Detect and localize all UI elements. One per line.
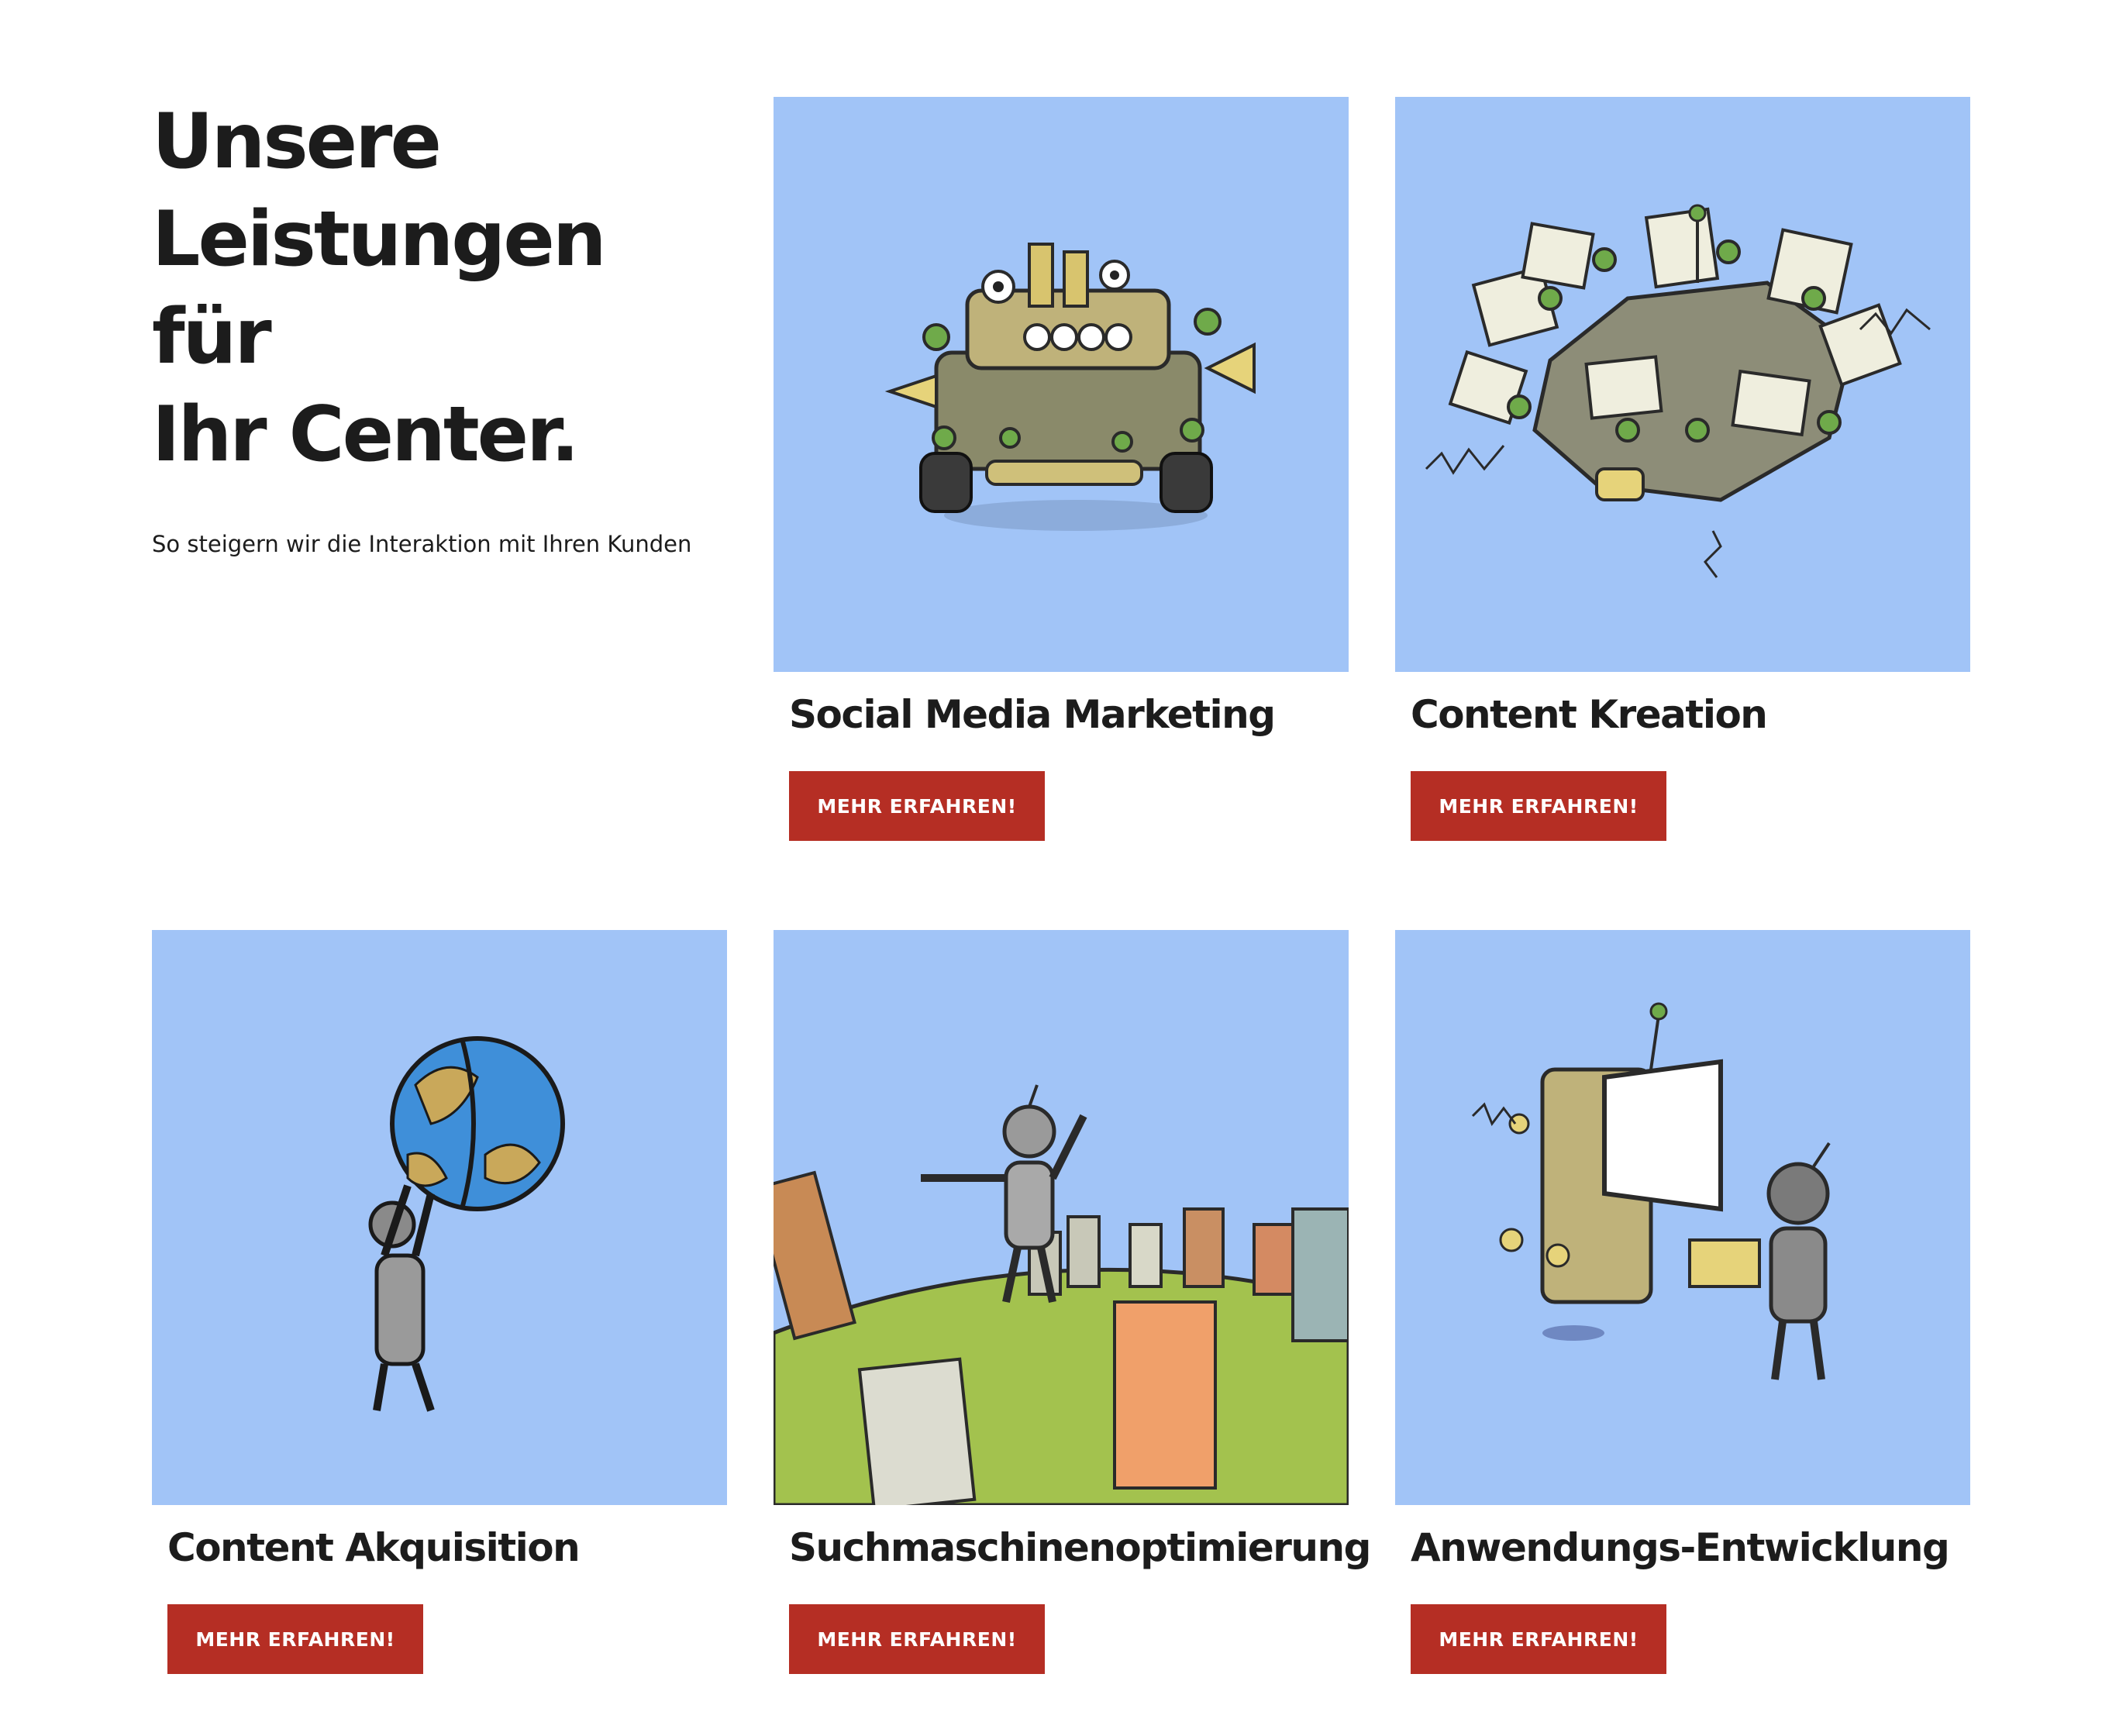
page-heading-line: Ihr Center.: [152, 391, 580, 479]
card-title: Content Kreation: [1411, 692, 1768, 737]
page-heading-line: Leistungen für: [152, 195, 607, 381]
service-card-content-kreation: Content Kreation MEHR ERFAHREN!: [1395, 97, 1970, 841]
card-title: Content Akquisition: [167, 1525, 581, 1570]
robot-among-doors-illustration[interactable]: [774, 930, 1349, 1505]
robot-holding-globe-illustration[interactable]: [152, 930, 727, 1505]
intro-section: Unsere Leistungen für Ihr Center. So ste…: [152, 93, 741, 560]
page-heading: Unsere Leistungen für Ihr Center.: [152, 93, 741, 484]
robot-vehicle-illustration[interactable]: [774, 97, 1349, 672]
card-title: Social Media Marketing: [789, 692, 1276, 737]
service-card-app-dev: Anwendungs-Entwicklung MEHR ERFAHREN!: [1395, 930, 1970, 1674]
mehr-erfahren-button[interactable]: MEHR ERFAHREN!: [167, 1604, 423, 1674]
service-card-seo: Suchmaschinenoptimierung MEHR ERFAHREN!: [774, 930, 1371, 1674]
robot-building-machine-illustration[interactable]: [1395, 930, 1970, 1505]
page-heading-line: Unsere: [152, 98, 442, 186]
service-card-content-akquisition: Content Akquisition MEHR ERFAHREN!: [152, 930, 727, 1674]
page-subtitle: So steigern wir die Interaktion mit Ihre…: [152, 531, 692, 557]
mehr-erfahren-button[interactable]: MEHR ERFAHREN!: [1411, 1604, 1666, 1674]
mehr-erfahren-button[interactable]: MEHR ERFAHREN!: [1411, 771, 1666, 841]
card-title: Anwendungs-Entwicklung: [1411, 1525, 1950, 1570]
mehr-erfahren-button[interactable]: MEHR ERFAHREN!: [789, 1604, 1045, 1674]
card-title: Suchmaschinenoptimierung: [789, 1525, 1371, 1570]
service-card-social-media: Social Media Marketing MEHR ERFAHREN!: [774, 97, 1349, 841]
mehr-erfahren-button[interactable]: MEHR ERFAHREN!: [789, 771, 1045, 841]
content-machine-illustration[interactable]: [1395, 97, 1970, 672]
